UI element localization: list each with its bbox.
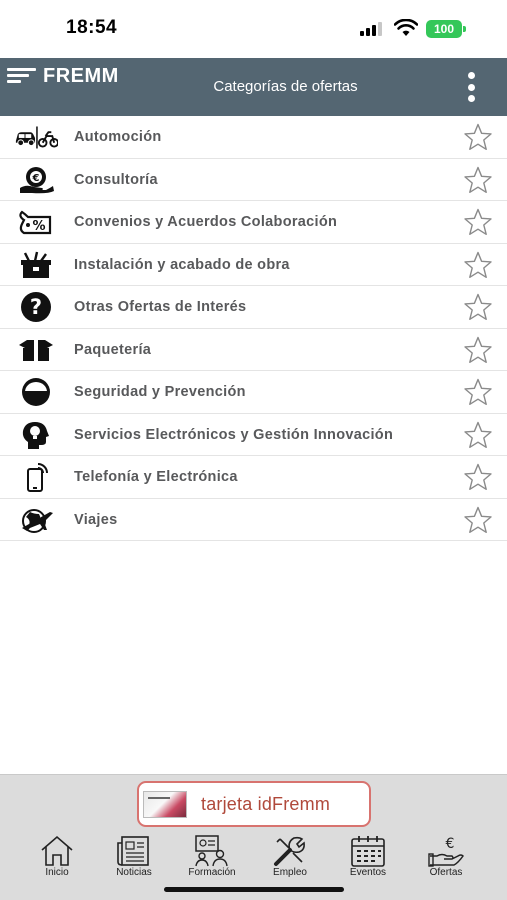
star-icon[interactable]	[463, 293, 493, 321]
category-label: Convenios y Acuerdos Colaboración	[74, 214, 338, 230]
list-item[interactable]: Instalación y acabado de obra	[0, 244, 507, 286]
star-icon[interactable]	[463, 378, 493, 406]
battery-indicator: 100	[426, 20, 466, 38]
category-label: Instalación y acabado de obra	[74, 256, 290, 273]
phone-signal-icon	[14, 462, 58, 492]
tarjeta-idfremm-button[interactable]: tarjeta idFremm	[137, 781, 371, 827]
status-bar: 18:54 100	[0, 0, 507, 58]
package-icon	[14, 335, 58, 365]
list-item[interactable]: Viajes	[0, 499, 507, 541]
list-item[interactable]: € Consultoría	[0, 159, 507, 201]
list-item[interactable]: Seguridad y Prevención	[0, 371, 507, 414]
home-icon	[41, 835, 73, 866]
star-icon[interactable]	[463, 463, 493, 491]
home-indicator	[164, 887, 344, 892]
tab-label: Inicio	[45, 867, 69, 878]
svg-text:?: ?	[30, 295, 42, 319]
list-item[interactable]: Telefonía y Electrónica	[0, 456, 507, 499]
star-icon[interactable]	[463, 421, 493, 449]
star-icon[interactable]	[463, 166, 493, 194]
category-label: Consultoría	[74, 171, 158, 188]
tab-label: Formación	[188, 867, 236, 878]
toolbox-icon	[14, 250, 58, 280]
promo-label: tarjeta idFremm	[201, 794, 331, 814]
tab-inicio[interactable]: Inicio	[18, 832, 96, 882]
list-item[interactable]: ? Otras Ofertas de Interés	[0, 286, 507, 329]
svg-text:€: €	[32, 173, 40, 184]
wifi-icon	[394, 19, 418, 36]
category-label: Paquetería	[74, 341, 152, 358]
tools-icon	[274, 836, 305, 866]
discount-tag-icon: %	[14, 207, 58, 237]
tab-label: Noticias	[116, 867, 152, 878]
euro-hand-icon: €	[428, 836, 464, 867]
app-header: FREMM Categorías de ofertas	[0, 58, 507, 116]
page-title: Categorías de ofertas	[213, 78, 358, 95]
consulting-icon: €	[14, 165, 58, 195]
tab-eventos[interactable]: Eventos	[329, 832, 407, 882]
star-icon[interactable]	[463, 208, 493, 236]
status-time: 18:54	[66, 17, 118, 38]
tab-label: Empleo	[273, 867, 307, 878]
head-bulb-icon	[14, 420, 58, 450]
membership-card-image	[143, 791, 187, 818]
tab-label: Eventos	[349, 867, 387, 878]
star-icon[interactable]	[463, 336, 493, 364]
more-options-icon[interactable]	[463, 72, 479, 102]
svg-text:%: %	[32, 219, 45, 234]
cellular-signal-icon	[360, 22, 386, 36]
question-icon: ?	[14, 292, 58, 322]
category-label: Seguridad y Prevención	[74, 384, 246, 400]
star-icon[interactable]	[463, 506, 493, 534]
category-list: Automoción € Consultoría % Convenios y A…	[0, 116, 507, 541]
list-item[interactable]: Servicios Electrónicos y Gestión Innovac…	[0, 414, 507, 456]
star-icon[interactable]	[463, 123, 493, 151]
tab-ofertas[interactable]: € Ofertas	[407, 832, 485, 882]
category-label: Viajes	[74, 511, 118, 528]
category-label: Telefonía y Electrónica	[74, 469, 238, 485]
list-item[interactable]: Automoción	[0, 116, 507, 159]
list-item[interactable]: % Convenios y Acuerdos Colaboración	[0, 201, 507, 244]
category-label: Servicios Electrónicos y Gestión Innovac…	[74, 426, 394, 443]
training-icon	[195, 835, 228, 867]
promo-band: tarjeta idFremm	[0, 774, 507, 832]
tab-label: Ofertas	[429, 867, 463, 878]
category-label: Otras Ofertas de Interés	[74, 299, 247, 315]
helmet-icon	[14, 377, 58, 407]
tab-noticias[interactable]: Noticias	[95, 832, 173, 882]
calendar-icon	[351, 836, 385, 867]
newspaper-icon	[117, 836, 149, 866]
tab-formacion[interactable]: Formación	[173, 832, 251, 882]
svg-text:€: €	[446, 836, 455, 852]
tab-empleo[interactable]: Empleo	[251, 832, 329, 882]
car-moto-icon	[14, 122, 58, 152]
star-icon[interactable]	[463, 251, 493, 279]
airplane-globe-icon	[14, 505, 58, 535]
category-label: Automoción	[74, 129, 162, 145]
list-item[interactable]: Paquetería	[0, 329, 507, 371]
